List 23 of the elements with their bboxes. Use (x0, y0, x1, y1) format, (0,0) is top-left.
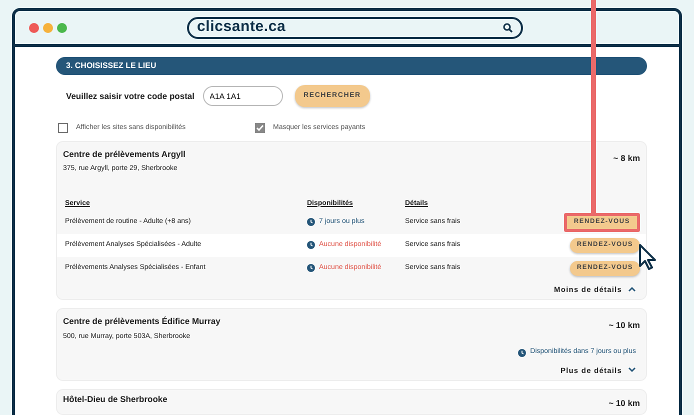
checkbox[interactable] (58, 123, 68, 134)
maximize-dot[interactable] (57, 22, 67, 32)
clock-icon (518, 348, 526, 356)
clock-icon (307, 241, 315, 250)
distance-text: ~ 8 km (613, 152, 640, 164)
site-name: Hôtel-Dieu de Sherbrooke (63, 393, 168, 406)
distance-text: ~ 10 km (608, 397, 640, 410)
url-text: clicsante.ca (197, 17, 286, 38)
site-name: Centre de prélèvements Argyll (63, 148, 186, 160)
clock-icon (307, 218, 315, 226)
minimize-dot[interactable] (43, 22, 53, 32)
close-dot[interactable] (29, 22, 39, 32)
section-header: 3. CHOISISSEZ LE LIEU (56, 57, 647, 75)
clock-icon (307, 264, 315, 272)
checkbox[interactable] (255, 123, 265, 134)
search-icon[interactable] (503, 22, 513, 32)
distance-text: ~ 10 km (608, 319, 640, 332)
chevron-down-icon (628, 367, 636, 374)
chevron-up-icon (628, 286, 636, 292)
site-name: Centre de prélèvements Édifice Murray (63, 315, 220, 328)
address-bar[interactable]: clicsante.ca (187, 16, 523, 38)
postal-code-field[interactable]: A1A 1A1 (202, 86, 282, 106)
postal-code-label: Veuillez saisir votre code postal (66, 90, 194, 102)
